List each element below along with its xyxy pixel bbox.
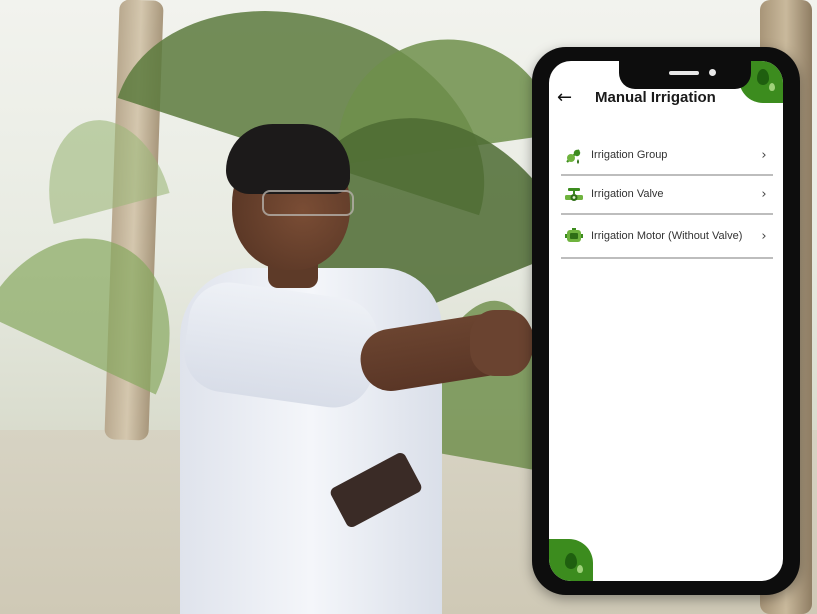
menu-item-label: Irrigation Group [591,149,668,161]
speaker-grille [669,71,699,75]
eyeglasses [262,190,354,216]
palm-leaf [0,205,207,395]
menu-item-irrigation-group[interactable]: Irrigation Group › [561,137,773,176]
chevron-right-icon: › [761,228,767,244]
hair [226,124,350,194]
water-drop-icon [757,69,769,85]
irrigation-motor-icon [561,223,587,249]
chevron-right-icon: › [761,148,767,163]
phone-mockup: ← Manual Irrigation Irrigation Group › I… [532,47,800,595]
menu-item-label: Irrigation Valve [591,188,664,200]
corner-decoration-bottom [549,539,593,581]
menu-item-irrigation-valve[interactable]: Irrigation Valve › [561,176,773,215]
chevron-right-icon: › [761,187,767,202]
phone-screen: ← Manual Irrigation Irrigation Group › I… [549,61,783,581]
irrigation-valve-icon [561,182,587,208]
back-arrow-icon[interactable]: ← [557,87,583,108]
menu-item-label: Irrigation Motor (Without Valve) [591,229,743,242]
menu-item-irrigation-motor[interactable]: Irrigation Motor (Without Valve) › [561,215,773,259]
pointing-hand [470,310,532,376]
phone-notch [619,61,751,89]
water-drop-icon [565,553,577,569]
water-drop-icon [577,565,583,573]
page-title: Manual Irrigation [595,88,716,106]
irrigation-group-icon [561,143,587,169]
water-drop-icon [769,83,775,91]
front-camera [709,69,716,76]
irrigation-menu: Irrigation Group › Irrigation Valve › Ir… [561,137,773,259]
